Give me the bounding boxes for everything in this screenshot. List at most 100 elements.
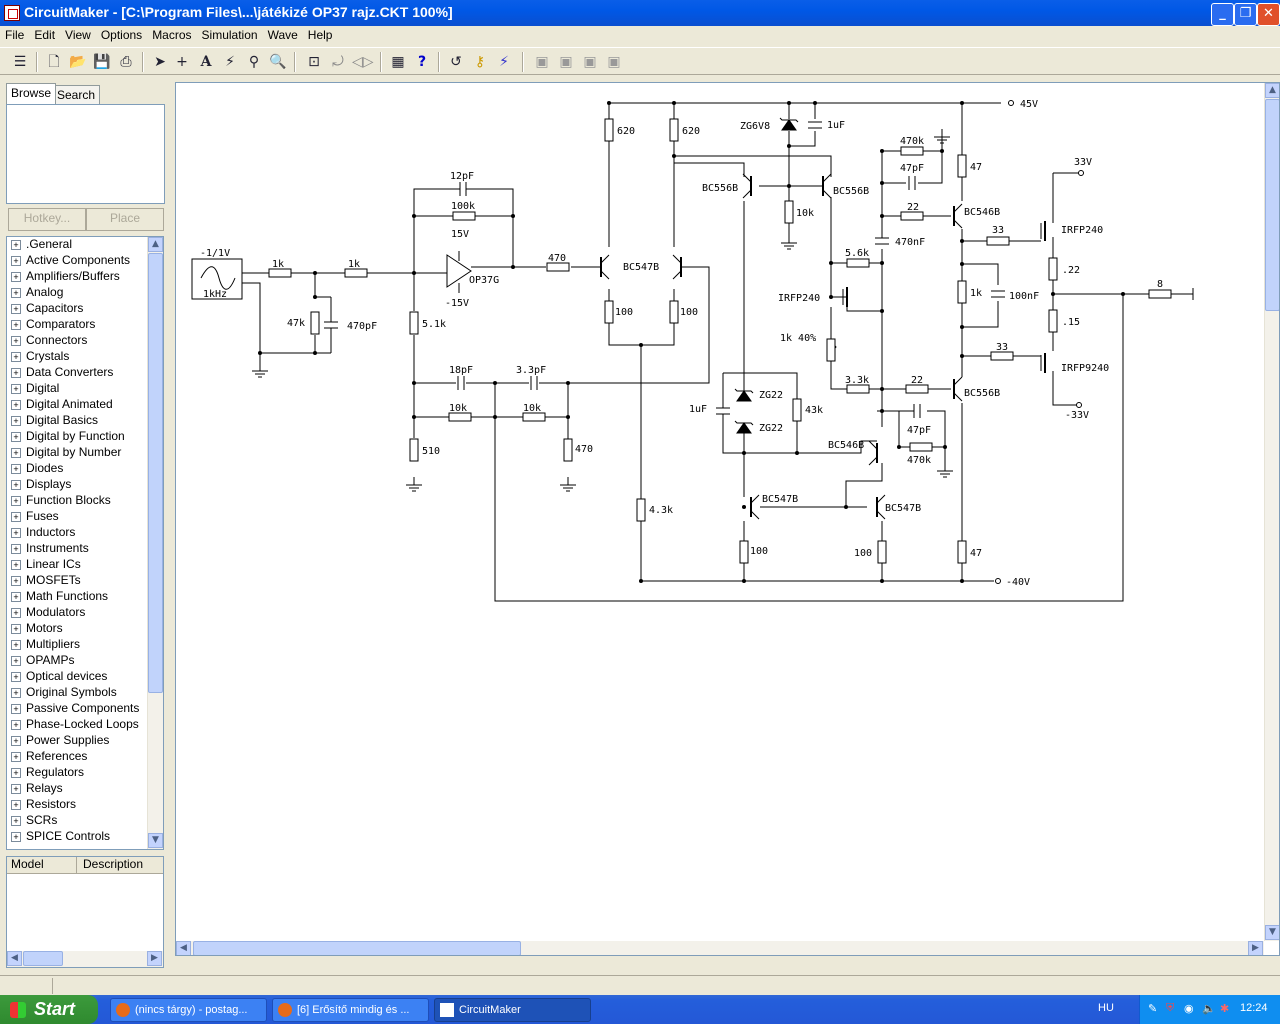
schematic-canvas[interactable]: 1k 1k 47k 470pF 12pF 100k 15V -15V OP37G 5.1k 510 1…: [175, 82, 1280, 956]
menu-file[interactable]: File: [0, 26, 29, 42]
model-scroll-thumb[interactable]: [23, 951, 63, 966]
mirror-icon[interactable]: ◁▷: [352, 52, 374, 72]
expand-icon[interactable]: +: [11, 592, 21, 602]
model-hscrollbar[interactable]: ◀ ▶: [7, 951, 163, 967]
expand-icon[interactable]: +: [11, 720, 21, 730]
expand-icon[interactable]: +: [11, 736, 21, 746]
expand-icon[interactable]: +: [11, 240, 21, 250]
expand-icon[interactable]: +: [11, 672, 21, 682]
tree-category[interactable]: + Digital by Function: [7, 428, 147, 444]
expand-icon[interactable]: +: [11, 464, 21, 474]
canvas-vscrollbar[interactable]: ▲ ▼: [1264, 83, 1279, 941]
tree-category[interactable]: + Power Supplies: [7, 732, 147, 748]
tree-category[interactable]: + Fuses: [7, 508, 147, 524]
tree-category[interactable]: + Instruments: [7, 540, 147, 556]
tree-category[interactable]: + Digital: [7, 380, 147, 396]
tree-category[interactable]: + Multipliers: [7, 636, 147, 652]
run-icon[interactable]: ⚡: [494, 52, 514, 72]
tray-shield-icon[interactable]: ⛨: [1166, 1002, 1174, 1015]
expand-icon[interactable]: +: [11, 608, 21, 618]
tree-category[interactable]: + Active Components: [7, 252, 147, 268]
tree-category[interactable]: + Function Blocks: [7, 492, 147, 508]
expand-icon[interactable]: +: [11, 832, 21, 842]
expand-icon[interactable]: +: [11, 496, 21, 506]
expand-icon[interactable]: +: [11, 320, 21, 330]
tree-category[interactable]: + Phase-Locked Loops: [7, 716, 147, 732]
tree-category[interactable]: + Passive Components: [7, 700, 147, 716]
tree-category[interactable]: + Motors: [7, 620, 147, 636]
help-icon[interactable]: ?: [412, 52, 432, 72]
check-icon[interactable]: ▦: [388, 52, 408, 72]
tree-category[interactable]: + Resistors: [7, 796, 147, 812]
start-button[interactable]: Start: [0, 995, 98, 1024]
tree-category[interactable]: + Linear ICs: [7, 556, 147, 572]
expand-icon[interactable]: +: [11, 432, 21, 442]
expand-icon[interactable]: +: [11, 560, 21, 570]
zoom-icon[interactable]: 🔍: [268, 52, 288, 72]
expand-icon[interactable]: +: [11, 304, 21, 314]
menu-options[interactable]: Options: [96, 26, 147, 42]
tree-category[interactable]: + OPAMPs: [7, 652, 147, 668]
hotkey-button[interactable]: Hotkey...: [8, 208, 86, 231]
menu-wave[interactable]: Wave: [263, 26, 303, 42]
tree-category[interactable]: + Modulators: [7, 604, 147, 620]
clipboard-icon[interactable]: ☰: [10, 52, 30, 72]
tray-security-icon[interactable]: ◉: [1184, 1002, 1194, 1015]
expand-icon[interactable]: +: [11, 256, 21, 266]
expand-icon[interactable]: +: [11, 384, 21, 394]
probe-tool-icon[interactable]: ⚡: [220, 52, 240, 72]
expand-icon[interactable]: +: [11, 352, 21, 362]
step-icon[interactable]: ⚷: [470, 52, 490, 72]
expand-icon[interactable]: +: [11, 368, 21, 378]
tree-category[interactable]: + Amplifiers/Buffers: [7, 268, 147, 284]
expand-icon[interactable]: +: [11, 272, 21, 282]
expand-icon[interactable]: +: [11, 480, 21, 490]
arrow-tool-icon[interactable]: ➤: [150, 52, 170, 72]
new-icon[interactable]: 🗋: [44, 52, 64, 72]
tree-category[interactable]: + MOSFETs: [7, 572, 147, 588]
tree-category[interactable]: + SPICE Controls: [7, 828, 147, 844]
fit-icon[interactable]: ⊡: [304, 52, 324, 72]
model-column-header[interactable]: Model: [7, 857, 77, 874]
menu-edit[interactable]: Edit: [29, 26, 60, 42]
canvas-hscroll-thumb[interactable]: [193, 941, 521, 955]
scroll-down-icon[interactable]: ▼: [148, 833, 163, 848]
tree-category[interactable]: + .General: [7, 236, 147, 252]
close-button[interactable]: ✕: [1257, 3, 1280, 26]
text-tool-icon[interactable]: A: [196, 52, 216, 72]
task-circuitmaker[interactable]: CircuitMaker: [434, 998, 591, 1022]
save-icon[interactable]: 💾: [92, 52, 112, 72]
open-icon[interactable]: 📂: [68, 52, 88, 72]
expand-icon[interactable]: +: [11, 752, 21, 762]
restore-button[interactable]: ❐: [1234, 3, 1257, 26]
task-firefox[interactable]: [6] Erősítő mindig és ...: [272, 998, 429, 1022]
expand-icon[interactable]: +: [11, 800, 21, 810]
expand-icon[interactable]: +: [11, 816, 21, 826]
tray-volume-icon[interactable]: 🔈: [1202, 1002, 1216, 1015]
reset-icon[interactable]: ↺: [446, 52, 466, 72]
scroll-left-icon[interactable]: ◀: [176, 941, 191, 955]
tree-category[interactable]: + Regulators: [7, 764, 147, 780]
tab-search[interactable]: Search: [52, 85, 101, 104]
scroll-up-icon[interactable]: ▲: [1265, 83, 1279, 98]
menu-help[interactable]: Help: [303, 26, 338, 42]
rotate-icon[interactable]: ⤾: [328, 52, 348, 72]
expand-icon[interactable]: +: [11, 528, 21, 538]
language-indicator[interactable]: HU: [1098, 1002, 1114, 1014]
tree-category[interactable]: + Analog: [7, 284, 147, 300]
grid2-icon[interactable]: ▣: [556, 52, 576, 72]
schematic-drawing[interactable]: 1k 1k 47k 470pF 12pF 100k 15V -15V OP37G 5.1k 510 1…: [176, 83, 1264, 941]
tree-scroll-thumb[interactable]: [148, 253, 163, 693]
description-column-header[interactable]: Description: [77, 857, 163, 874]
tree-category[interactable]: + Digital Basics: [7, 412, 147, 428]
expand-icon[interactable]: +: [11, 336, 21, 346]
expand-icon[interactable]: +: [11, 448, 21, 458]
tree-category[interactable]: + Original Symbols: [7, 684, 147, 700]
expand-icon[interactable]: +: [11, 576, 21, 586]
expand-icon[interactable]: +: [11, 656, 21, 666]
scroll-down-icon[interactable]: ▼: [1265, 925, 1279, 940]
expand-icon[interactable]: +: [11, 624, 21, 634]
tree-category[interactable]: + Connectors: [7, 332, 147, 348]
tree-category[interactable]: + Comparators: [7, 316, 147, 332]
task-thunderbird[interactable]: (nincs tárgy) - postag...: [110, 998, 267, 1022]
